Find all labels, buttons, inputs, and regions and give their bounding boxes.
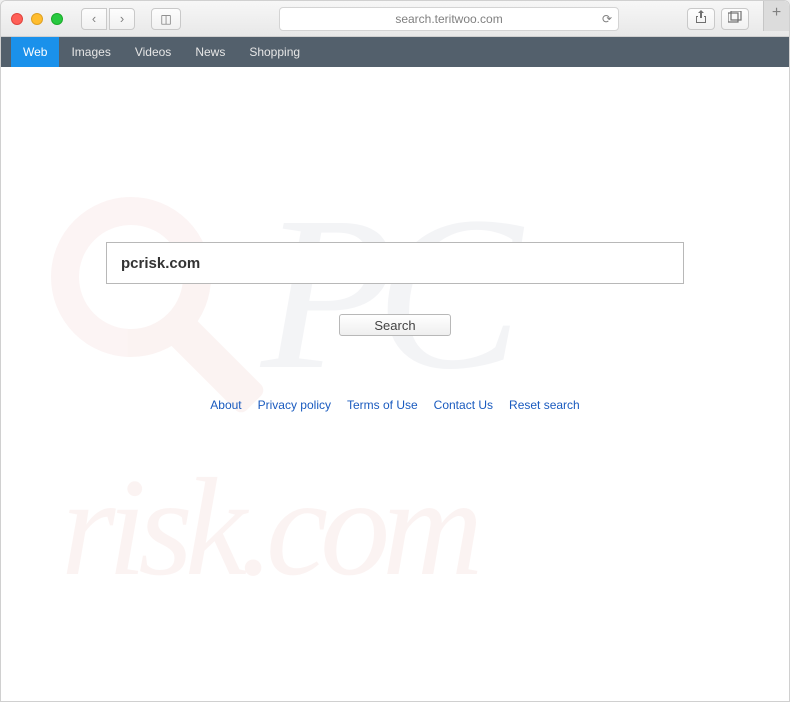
reload-icon[interactable]: ⟳: [602, 12, 612, 26]
footer-links: About Privacy policy Terms of Use Contac…: [1, 398, 789, 412]
footer-privacy[interactable]: Privacy policy: [258, 398, 331, 412]
traffic-lights: [11, 13, 63, 25]
tabs-button[interactable]: [721, 8, 749, 30]
footer-terms[interactable]: Terms of Use: [347, 398, 418, 412]
search-area: Search: [1, 67, 789, 336]
toolbar-right: [687, 8, 749, 30]
address-url: search.teritwoo.com: [395, 12, 502, 26]
browser-window: ‹ › ◫ search.teritwoo.com ⟳: [0, 0, 790, 702]
nav-web[interactable]: Web: [11, 37, 59, 67]
forward-button[interactable]: ›: [109, 8, 135, 30]
share-button[interactable]: [687, 8, 715, 30]
close-icon[interactable]: [11, 13, 23, 25]
footer-contact[interactable]: Contact Us: [434, 398, 493, 412]
search-input[interactable]: [106, 242, 684, 284]
footer-about[interactable]: About: [210, 398, 241, 412]
titlebar: ‹ › ◫ search.teritwoo.com ⟳: [1, 1, 789, 37]
sidebar-button[interactable]: ◫: [151, 8, 181, 30]
new-tab-button[interactable]: +: [763, 0, 789, 31]
nav-news[interactable]: News: [183, 37, 237, 67]
maximize-icon[interactable]: [51, 13, 63, 25]
sidebar-icon: ◫: [160, 12, 171, 26]
chevron-right-icon: ›: [120, 11, 124, 26]
watermark-risk: risk.com: [61, 447, 475, 608]
nav-videos[interactable]: Videos: [123, 37, 183, 67]
back-button[interactable]: ‹: [81, 8, 107, 30]
tabs-icon: [728, 11, 742, 26]
chevron-left-icon: ‹: [92, 11, 96, 26]
share-icon: [695, 10, 707, 27]
nav-shopping[interactable]: Shopping: [237, 37, 312, 67]
nav-buttons: ‹ ›: [81, 8, 135, 30]
nav-images[interactable]: Images: [59, 37, 122, 67]
plus-icon: +: [772, 4, 781, 22]
minimize-icon[interactable]: [31, 13, 43, 25]
category-navbar: Web Images Videos News Shopping: [1, 37, 789, 67]
footer-reset[interactable]: Reset search: [509, 398, 580, 412]
address-bar[interactable]: search.teritwoo.com ⟳: [279, 7, 619, 31]
search-button[interactable]: Search: [339, 314, 451, 336]
page-content: PC risk.com Search About Privacy policy …: [1, 67, 789, 701]
